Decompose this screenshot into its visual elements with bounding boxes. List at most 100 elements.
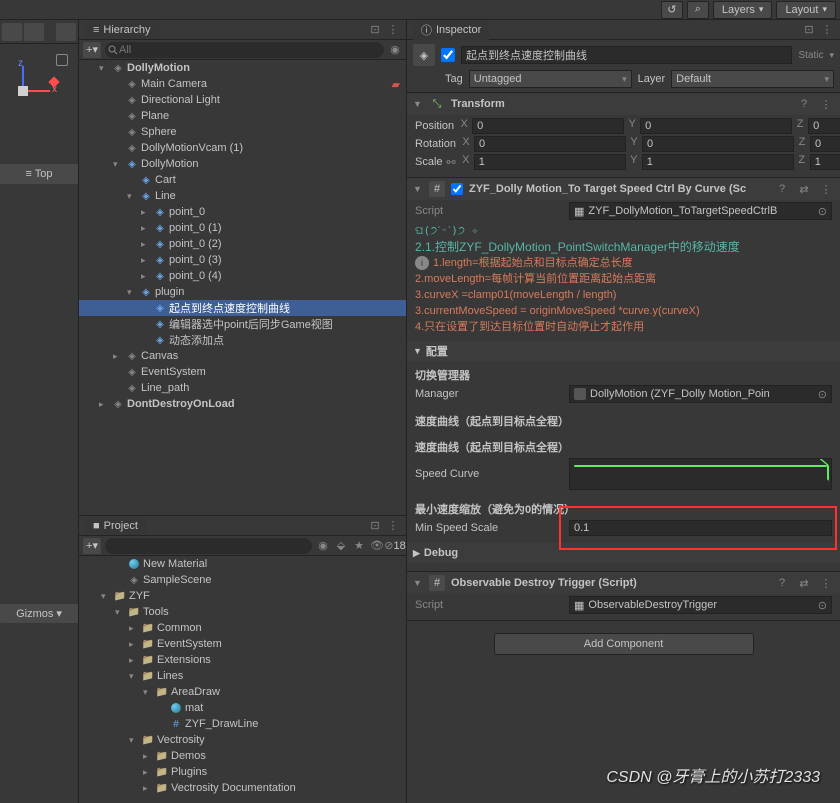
hierarchy-item[interactable]: Main Camera▰ bbox=[79, 76, 406, 92]
filter-icon[interactable]: ◉ bbox=[388, 43, 402, 57]
help-icon[interactable]: ? bbox=[774, 577, 790, 589]
project-item[interactable]: ▾Tools bbox=[79, 604, 406, 620]
fold-icon[interactable]: ▼ bbox=[413, 99, 423, 109]
hierarchy-item[interactable]: DollyMotionVcam (1) bbox=[79, 140, 406, 156]
popout-icon[interactable]: ⊡ bbox=[368, 519, 382, 533]
scale-y[interactable] bbox=[642, 154, 794, 170]
project-item[interactable]: ▾ZYF bbox=[79, 588, 406, 604]
static-dropdown[interactable]: ▾ bbox=[829, 50, 834, 61]
project-item[interactable]: New Material bbox=[79, 556, 406, 572]
lock-icon[interactable]: ⊡ bbox=[802, 23, 816, 37]
hierarchy-item[interactable]: ▸point_0 (4) bbox=[79, 268, 406, 284]
scale-x[interactable] bbox=[474, 154, 626, 170]
filter-icon[interactable]: ◉ bbox=[316, 539, 330, 553]
hierarchy-item[interactable]: ▾Line bbox=[79, 188, 406, 204]
menu-icon[interactable]: ⋮ bbox=[386, 23, 400, 37]
hierarchy-item[interactable]: ▸DontDestroyOnLoad bbox=[79, 396, 406, 412]
min-speed-field[interactable] bbox=[569, 520, 832, 536]
rot-x[interactable] bbox=[474, 136, 626, 152]
hierarchy-item[interactable]: EventSystem bbox=[79, 364, 406, 380]
orientation-gizmo[interactable]: z x bbox=[0, 44, 78, 124]
hierarchy-item[interactable]: ▸point_0 (2) bbox=[79, 236, 406, 252]
gameobject-icon[interactable]: ◈ bbox=[413, 44, 435, 66]
create-button[interactable]: +▾ bbox=[83, 42, 101, 58]
component-enable-checkbox[interactable] bbox=[451, 183, 463, 195]
object-name-field[interactable] bbox=[461, 46, 792, 64]
project-item[interactable]: ▸Common bbox=[79, 620, 406, 636]
layer-dropdown[interactable]: Default bbox=[671, 70, 834, 88]
project-item[interactable]: mat bbox=[79, 700, 406, 716]
menu-icon[interactable]: ⋮ bbox=[820, 23, 834, 37]
debug-header[interactable]: ▶Debug bbox=[407, 543, 840, 563]
hierarchy-search-input[interactable] bbox=[105, 42, 384, 58]
project-item[interactable]: ▸EventSystem bbox=[79, 636, 406, 652]
rot-z[interactable] bbox=[810, 136, 840, 152]
hierarchy-item[interactable]: Directional Light bbox=[79, 92, 406, 108]
hierarchy-item[interactable]: ▸point_0 (1) bbox=[79, 220, 406, 236]
hierarchy-item[interactable]: Cart bbox=[79, 172, 406, 188]
rot-y[interactable] bbox=[642, 136, 794, 152]
project-item[interactable]: ▾AreaDraw bbox=[79, 684, 406, 700]
create-button[interactable]: +▾ bbox=[83, 538, 101, 554]
tool-button[interactable] bbox=[56, 23, 76, 41]
tag-dropdown[interactable]: Untagged bbox=[469, 70, 632, 88]
popout-icon[interactable]: ⊡ bbox=[368, 23, 382, 37]
filter-icon[interactable]: ⬙ bbox=[334, 539, 348, 553]
menu-icon[interactable]: ⋮ bbox=[818, 98, 834, 111]
hidden-icon[interactable]: 👁 bbox=[370, 539, 384, 553]
fold-icon[interactable]: ▼ bbox=[413, 578, 423, 588]
hierarchy-item[interactable]: ▾DollyMotion bbox=[79, 156, 406, 172]
hierarchy-item[interactable]: ▾DollyMotion bbox=[79, 60, 406, 76]
project-item[interactable]: ◈SampleScene bbox=[79, 572, 406, 588]
tool-button[interactable] bbox=[24, 23, 44, 41]
speed-curve-field[interactable] bbox=[569, 458, 832, 490]
config-header[interactable]: ▼配置 bbox=[407, 341, 840, 361]
hierarchy-item[interactable]: ▸point_0 bbox=[79, 204, 406, 220]
menu-icon[interactable]: ⋮ bbox=[818, 577, 834, 590]
layers-dropdown[interactable]: Layers▾ bbox=[713, 1, 773, 19]
gizmos-dropdown[interactable]: Gizmos ▾ bbox=[0, 604, 78, 623]
project-item[interactable]: #ZYF_DrawLine bbox=[79, 716, 406, 732]
hierarchy-tab[interactable]: ≡ Hierarchy bbox=[85, 22, 159, 38]
preset-icon[interactable]: ⇄ bbox=[796, 183, 812, 196]
pos-z[interactable] bbox=[808, 118, 840, 134]
active-checkbox[interactable] bbox=[441, 48, 455, 62]
preset-icon[interactable]: ⇄ bbox=[796, 577, 812, 590]
menu-icon[interactable]: ⋮ bbox=[386, 519, 400, 533]
add-component-button[interactable]: Add Component bbox=[494, 633, 754, 655]
lock-icon[interactable] bbox=[56, 54, 68, 66]
perspective-toggle[interactable]: ≡ Top bbox=[0, 164, 78, 184]
project-item[interactable]: ▸Demos bbox=[79, 748, 406, 764]
project-item[interactable]: ▸Plugins bbox=[79, 764, 406, 780]
history-icon[interactable]: ↺ bbox=[661, 1, 683, 19]
project-tab[interactable]: ■ Project bbox=[85, 518, 146, 534]
script-field[interactable]: ▦ZYF_DollyMotion_ToTargetSpeedCtrlB⊙ bbox=[569, 202, 832, 220]
inspector-tab[interactable]: ⓘ Inspector bbox=[413, 20, 489, 40]
project-item[interactable]: ▾Lines bbox=[79, 668, 406, 684]
fold-icon[interactable]: ▼ bbox=[413, 184, 423, 194]
help-icon[interactable]: ? bbox=[796, 98, 812, 110]
tool-button[interactable] bbox=[2, 23, 22, 41]
hierarchy-item[interactable]: Line_path bbox=[79, 380, 406, 396]
project-item[interactable]: ▾Vectrosity bbox=[79, 732, 406, 748]
hierarchy-item[interactable]: 动态添加点 bbox=[79, 332, 406, 348]
project-item[interactable]: ▸Extensions bbox=[79, 652, 406, 668]
pos-y[interactable] bbox=[640, 118, 792, 134]
link-icon[interactable]: ⚯ bbox=[447, 155, 456, 169]
scale-z[interactable] bbox=[810, 154, 840, 170]
hierarchy-item[interactable]: ▸Canvas bbox=[79, 348, 406, 364]
hierarchy-item[interactable]: Sphere bbox=[79, 124, 406, 140]
layout-dropdown[interactable]: Layout▾ bbox=[776, 1, 836, 19]
script-field[interactable]: ▦ObservableDestroyTrigger⊙ bbox=[569, 596, 832, 614]
menu-icon[interactable]: ⋮ bbox=[818, 183, 834, 196]
manager-field[interactable]: DollyMotion (ZYF_Dolly Motion_Poin⊙ bbox=[569, 385, 832, 403]
project-item[interactable]: ▸Vectrosity Documentation bbox=[79, 780, 406, 796]
search-icon[interactable]: ⌕ bbox=[687, 1, 709, 19]
favorite-icon[interactable]: ★ bbox=[352, 539, 366, 553]
hierarchy-item[interactable]: Plane bbox=[79, 108, 406, 124]
project-search-input[interactable] bbox=[105, 538, 312, 554]
hierarchy-item[interactable]: 起点到终点速度控制曲线 bbox=[79, 300, 406, 316]
help-icon[interactable]: ? bbox=[774, 183, 790, 195]
hierarchy-item[interactable]: 编辑器选中point后同步Game视图 bbox=[79, 316, 406, 332]
hierarchy-item[interactable]: ▸point_0 (3) bbox=[79, 252, 406, 268]
